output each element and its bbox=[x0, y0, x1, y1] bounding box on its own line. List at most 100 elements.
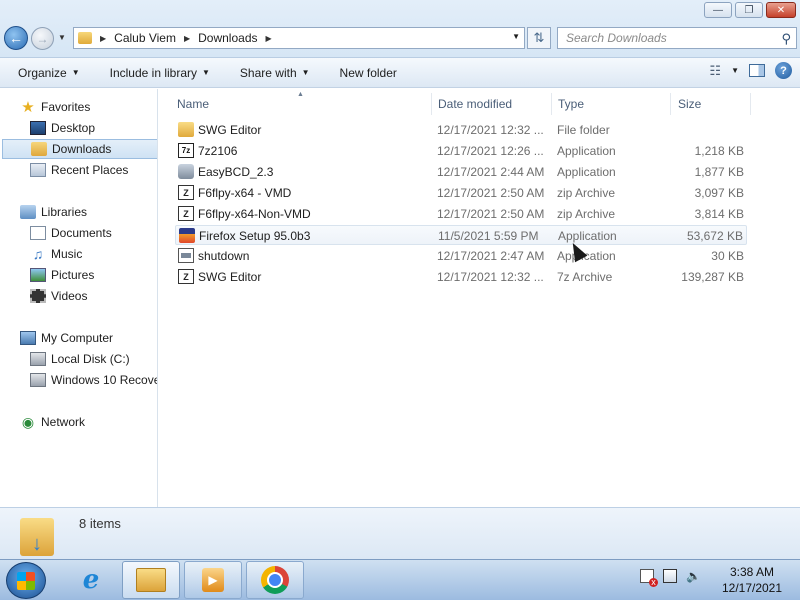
file-date: 12/17/2021 12:32 ... bbox=[437, 123, 544, 137]
file-size: 1,218 KB bbox=[694, 144, 744, 158]
file-type: zip Archive bbox=[557, 186, 616, 200]
file-row[interactable]: Firefox Setup 95.0b3 11/5/2021 5:59 PM A… bbox=[175, 225, 747, 245]
nav-label: Network bbox=[41, 415, 86, 429]
column-header-name[interactable]: Name ▲ bbox=[159, 91, 432, 115]
close-button[interactable]: ✕ bbox=[766, 2, 796, 18]
nav-label: Downloads bbox=[52, 142, 112, 156]
file-size: 1,877 KB bbox=[694, 165, 744, 179]
taskbar-windows-explorer[interactable] bbox=[122, 561, 180, 599]
nav-local-disk[interactable]: Local Disk (C:) bbox=[30, 349, 130, 369]
nav-my-computer[interactable]: My Computer bbox=[20, 328, 113, 348]
volume-icon[interactable]: 🔈 bbox=[686, 569, 701, 583]
arrow-left-icon: ← bbox=[9, 30, 23, 46]
include-in-library-button[interactable]: Include in library ▼ bbox=[110, 66, 210, 80]
file-row[interactable]: EasyBCD_2.3 12/17/2021 2:44 AM Applicati… bbox=[175, 162, 747, 182]
folder-icon bbox=[78, 32, 92, 44]
maximize-button[interactable]: ❐ bbox=[735, 2, 763, 18]
nav-libraries[interactable]: Libraries bbox=[20, 202, 87, 222]
breadcrumb-downloads[interactable]: Downloads bbox=[198, 31, 257, 45]
column-header-size[interactable]: Size bbox=[671, 93, 751, 115]
taskbar-internet-explorer[interactable]: e bbox=[62, 561, 120, 599]
media-player-icon: ▶ bbox=[202, 568, 224, 592]
chevron-down-icon[interactable]: ▼ bbox=[731, 66, 739, 75]
column-label: Size bbox=[678, 97, 702, 111]
disk-drive-icon bbox=[30, 352, 46, 366]
file-type: 7z Archive bbox=[557, 270, 613, 284]
refresh-button[interactable]: ⇅ bbox=[527, 27, 551, 49]
column-header-date[interactable]: Date modified bbox=[432, 93, 552, 115]
address-bar[interactable]: ▶ Calub Viem ▶ Downloads ▶ ▼ bbox=[73, 27, 525, 49]
help-icon[interactable]: ? bbox=[775, 62, 792, 79]
nav-label: My Computer bbox=[41, 331, 114, 345]
command-bar: Organize ▼ Include in library ▼ Share with… bbox=[0, 58, 800, 88]
nav-label: Pictures bbox=[51, 268, 95, 282]
chevron-right-icon[interactable]: ▶ bbox=[100, 34, 106, 43]
desktop-icon bbox=[30, 121, 46, 135]
file-row[interactable]: 7z 7z2106 12/17/2021 12:26 ... Applicati… bbox=[175, 141, 747, 161]
recent-places-icon bbox=[30, 163, 46, 177]
file-row[interactable]: Z F6flpy-x64 - VMD 12/17/2021 2:50 AM zi… bbox=[175, 183, 747, 203]
system-clock[interactable]: 3:38 AM 12/17/2021 bbox=[712, 564, 792, 596]
taskbar-chrome[interactable] bbox=[246, 561, 304, 599]
recent-pages-dropdown[interactable]: ▼ bbox=[58, 33, 66, 42]
organize-button[interactable]: Organize ▼ bbox=[18, 66, 80, 80]
minimize-button[interactable]: — bbox=[704, 2, 732, 18]
nav-recent-places[interactable]: Recent Places bbox=[30, 160, 128, 180]
chevron-down-icon: ▼ bbox=[301, 68, 310, 77]
nav-desktop[interactable]: Desktop bbox=[30, 118, 95, 138]
nav-pictures[interactable]: Pictures bbox=[30, 265, 94, 285]
search-box[interactable]: ⚲ bbox=[557, 27, 797, 49]
file-name: F6flpy-x64 - VMD bbox=[198, 186, 292, 200]
file-name: Firefox Setup 95.0b3 bbox=[199, 229, 311, 243]
search-icon[interactable]: ⚲ bbox=[781, 31, 791, 47]
file-name: SWG Editor bbox=[198, 123, 262, 137]
chevron-down-icon: ▼ bbox=[71, 68, 80, 77]
zip-icon: Z bbox=[178, 206, 194, 221]
column-label: Date modified bbox=[438, 97, 513, 111]
column-header-type[interactable]: Type bbox=[552, 93, 671, 115]
file-name: shutdown bbox=[198, 249, 250, 263]
column-label: Name bbox=[177, 97, 210, 111]
nav-label: Local Disk (C:) bbox=[51, 352, 130, 366]
new-folder-button[interactable]: New folder bbox=[340, 66, 397, 80]
back-button[interactable]: ← bbox=[4, 26, 28, 50]
share-label: Share with bbox=[239, 65, 297, 80]
file-type: Application bbox=[557, 144, 616, 158]
chevron-right-icon[interactable]: ▶ bbox=[266, 34, 272, 43]
nav-music[interactable]: ♫ Music bbox=[30, 244, 83, 264]
file-name: 7z2106 bbox=[198, 144, 238, 158]
file-row[interactable]: shutdown 12/17/2021 2:47 AM Application … bbox=[175, 246, 747, 266]
taskbar-media-player[interactable]: ▶ bbox=[184, 561, 242, 599]
refresh-icon: ⇅ bbox=[533, 30, 545, 45]
window-controls: — ❐ ✕ bbox=[704, 2, 796, 18]
chevron-right-icon[interactable]: ▶ bbox=[184, 34, 190, 43]
nav-label: Libraries bbox=[41, 205, 88, 219]
search-input[interactable] bbox=[566, 31, 771, 45]
file-row[interactable]: Z F6flpy-x64-Non-VMD 12/17/2021 2:50 AM … bbox=[175, 204, 747, 224]
nav-network[interactable]: ◉ Network bbox=[20, 412, 85, 432]
nav-label: Desktop bbox=[51, 121, 96, 135]
libraries-icon bbox=[20, 205, 36, 219]
nav-videos[interactable]: Videos bbox=[30, 286, 87, 306]
nav-downloads[interactable]: Downloads bbox=[2, 139, 157, 159]
file-date: 12/17/2021 12:32 ... bbox=[437, 270, 544, 284]
action-center-icon[interactable] bbox=[640, 569, 658, 587]
file-type: File folder bbox=[557, 123, 610, 137]
nav-recovery-drive[interactable]: Windows 10 Recove bbox=[30, 370, 157, 390]
nav-favorites[interactable]: ★ Favorites bbox=[20, 97, 90, 117]
forward-button[interactable]: → bbox=[31, 27, 54, 50]
item-count: 8 items bbox=[79, 516, 121, 531]
file-row[interactable]: SWG Editor 12/17/2021 12:32 ... File fol… bbox=[175, 120, 747, 140]
view-options-icon[interactable]: ☷ bbox=[709, 63, 721, 79]
start-button[interactable] bbox=[6, 562, 46, 599]
file-name: F6flpy-x64-Non-VMD bbox=[198, 207, 311, 221]
share-with-button[interactable]: Share with ▼ bbox=[240, 66, 310, 80]
file-name: EasyBCD_2.3 bbox=[198, 165, 274, 179]
breadcrumb-user[interactable]: Calub Viem bbox=[114, 31, 176, 45]
file-row[interactable]: Z SWG Editor 12/17/2021 12:32 ... 7z Arc… bbox=[175, 267, 747, 287]
file-list: Name ▲ Date modified Type Size SWG Edito… bbox=[159, 89, 800, 507]
address-dropdown-icon[interactable]: ▼ bbox=[512, 32, 520, 41]
nav-documents[interactable]: Documents bbox=[30, 223, 112, 243]
network-status-icon[interactable] bbox=[663, 569, 677, 583]
preview-pane-icon[interactable] bbox=[749, 64, 765, 77]
